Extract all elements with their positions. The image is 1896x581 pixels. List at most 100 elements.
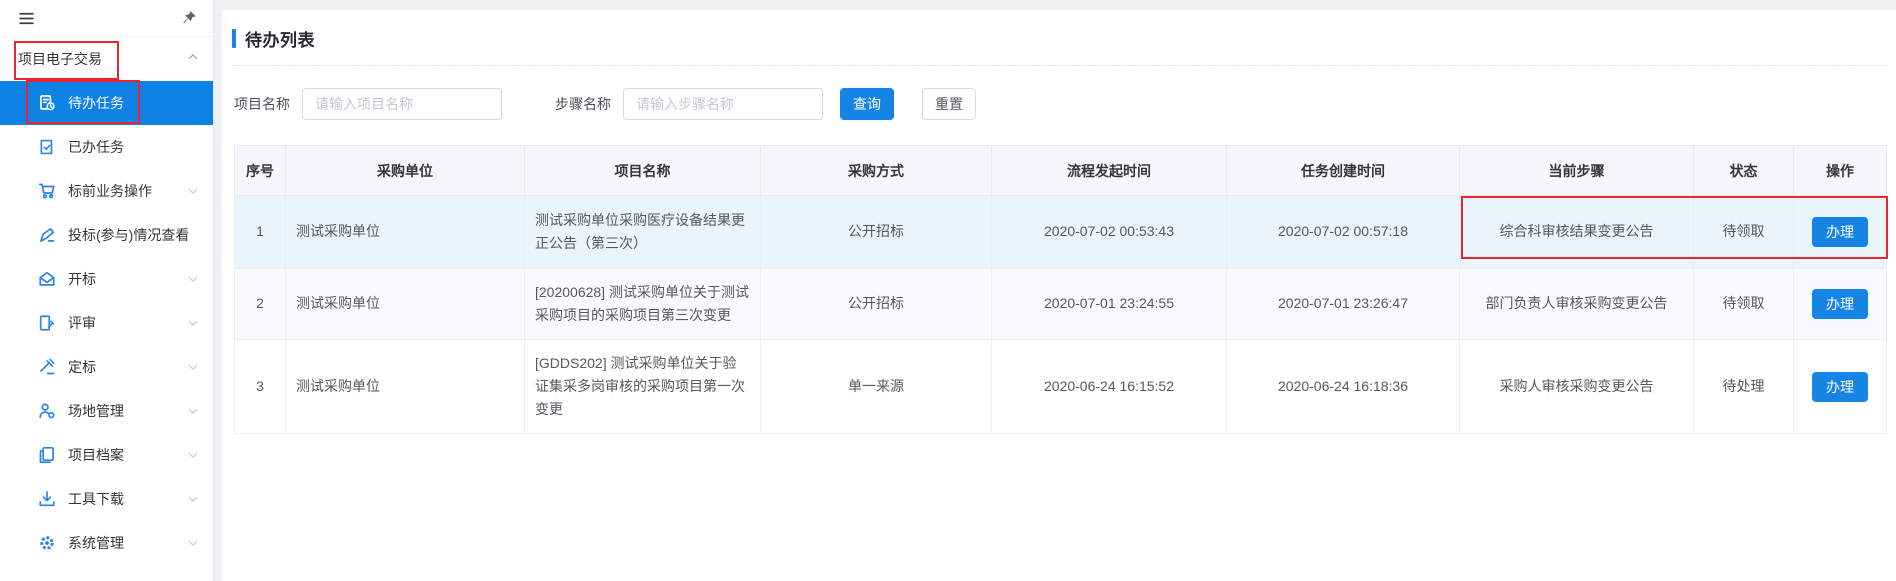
hamburger-menu-icon[interactable] [18,10,35,27]
sidebar-topbar [0,0,213,37]
sidebar-item-6[interactable]: 评审 [0,301,213,345]
column-header: 任务创建时间 [1227,146,1460,196]
sidebar-item-3[interactable]: 标前业务操作 [0,169,213,213]
sidebar-item-5[interactable]: 开标 [0,257,213,301]
project-archive-icon [38,446,56,464]
sidebar-item-label: 定标 [68,357,187,377]
column-header: 状态 [1694,146,1794,196]
cell-step: 采购人审核采购变更公告 [1460,340,1694,434]
chevron-down-icon [187,317,199,329]
project-name-input[interactable] [302,88,502,120]
cell-seq: 2 [235,269,286,340]
sidebar-item-label: 场地管理 [68,401,187,421]
open-bid-icon [38,270,56,288]
content-card: 待办列表 项目名称 步骤名称 查询 重置 序号采购单位项目名称采购方式流程发起时… [222,10,1896,581]
table-row: 2测试采购单位[20200628] 测试采购单位关于测试采购项目的采购项目第三次… [235,269,1887,340]
sidebar-item-label: 已办任务 [68,137,199,157]
step-name-input[interactable] [623,88,823,120]
cell-seq: 1 [235,196,286,269]
tool-download-icon [38,490,56,508]
cell-method: 公开招标 [761,269,992,340]
done-tasks-icon [38,138,56,156]
sidebar-item-7[interactable]: 定标 [0,345,213,389]
todo-table: 序号采购单位项目名称采购方式流程发起时间任务创建时间当前步骤状态操作 1测试采购… [234,145,1887,434]
cell-status: 待领取 [1694,196,1794,269]
chevron-down-icon [187,405,199,417]
sidebar-group-project-etrading[interactable]: 项目电子交易 [0,37,213,81]
sidebar-item-4[interactable]: 投标(参与)情况查看 [0,213,213,257]
cell-step: 综合科审核结果变更公告 [1460,196,1694,269]
pin-icon[interactable] [181,10,197,26]
cell-step: 部门负责人审核采购变更公告 [1460,269,1694,340]
column-header: 操作 [1794,146,1887,196]
chevron-up-icon [187,50,199,68]
column-header: 采购方式 [761,146,992,196]
handle-button[interactable]: 办理 [1812,217,1868,247]
sidebar-item-label: 投标(参与)情况查看 [68,225,199,245]
sidebar: 项目电子交易 待办任务已办任务标前业务操作投标(参与)情况查看开标评审定标场地管… [0,0,214,581]
sidebar-item-label: 待办任务 [68,93,199,113]
table-row: 3测试采购单位[GDDS202] 测试采购单位关于验证集采多岗审核的采购项目第一… [235,340,1887,434]
cell-seq: 3 [235,340,286,434]
page-title: 待办列表 [245,26,315,51]
column-header: 当前步骤 [1460,146,1694,196]
cell-start_time: 2020-07-02 00:53:43 [992,196,1227,269]
cell-status: 待领取 [1694,269,1794,340]
search-button[interactable]: 查询 [840,88,894,120]
bid-status-icon [38,226,56,244]
cell-project: 测试采购单位采购医疗设备结果更正公告（第三次） [525,196,761,269]
sidebar-item-1[interactable]: 待办任务 [0,81,213,125]
cell-project: [20200628] 测试采购单位关于测试采购项目的采购项目第三次变更 [525,269,761,340]
cell-method: 公开招标 [761,196,992,269]
system-settings-icon [38,534,56,552]
reset-button[interactable]: 重置 [922,88,976,120]
todo-tasks-icon [38,94,56,112]
venue-manage-icon [38,402,56,420]
sidebar-item-label: 项目档案 [68,445,187,465]
page-title-row: 待办列表 [232,27,1886,49]
handle-button[interactable]: 办理 [1812,289,1868,319]
cell-create_time: 2020-07-02 00:57:18 [1227,196,1460,269]
cell-create_time: 2020-06-24 16:18:36 [1227,340,1460,434]
cell-action: 办理 [1794,269,1887,340]
sidebar-item-10[interactable]: 工具下载 [0,477,213,521]
cell-start_time: 2020-07-01 23:24:55 [992,269,1227,340]
cell-org: 测试采购单位 [286,340,525,434]
review-icon [38,314,56,332]
sidebar-item-2[interactable]: 已办任务 [0,125,213,169]
divider [232,65,1886,66]
chevron-down-icon [187,185,199,197]
column-header: 项目名称 [525,146,761,196]
title-accent-bar [232,29,236,48]
cell-method: 单一来源 [761,340,992,434]
sidebar-item-8[interactable]: 场地管理 [0,389,213,433]
sidebar-item-label: 开标 [68,269,187,289]
cell-start_time: 2020-06-24 16:15:52 [992,340,1227,434]
sidebar-item-11[interactable]: 系统管理 [0,521,213,565]
step-name-label: 步骤名称 [555,94,611,114]
table-row: 1测试采购单位测试采购单位采购医疗设备结果更正公告（第三次）公开招标2020-0… [235,196,1887,269]
cell-action: 办理 [1794,340,1887,434]
column-header: 采购单位 [286,146,525,196]
sidebar-item-label: 系统管理 [68,533,187,553]
chevron-down-icon [187,361,199,373]
cell-action: 办理 [1794,196,1887,269]
sidebar-item-label: 标前业务操作 [68,181,187,201]
column-header: 流程发起时间 [992,146,1227,196]
handle-button[interactable]: 办理 [1812,372,1868,402]
filter-bar: 项目名称 步骤名称 查询 重置 [232,88,1886,120]
cell-status: 待处理 [1694,340,1794,434]
sidebar-item-9[interactable]: 项目档案 [0,433,213,477]
chevron-down-icon [187,537,199,549]
pre-bid-cart-icon [38,182,56,200]
cell-create_time: 2020-07-01 23:26:47 [1227,269,1460,340]
table-header-row: 序号采购单位项目名称采购方式流程发起时间任务创建时间当前步骤状态操作 [235,146,1887,196]
sidebar-menu: 待办任务已办任务标前业务操作投标(参与)情况查看开标评审定标场地管理项目档案工具… [0,81,213,565]
cell-org: 测试采购单位 [286,196,525,269]
sidebar-item-label: 工具下载 [68,489,187,509]
column-header: 序号 [235,146,286,196]
chevron-down-icon [187,273,199,285]
chevron-down-icon [187,493,199,505]
sidebar-item-label: 评审 [68,313,187,333]
award-gavel-icon [38,358,56,376]
